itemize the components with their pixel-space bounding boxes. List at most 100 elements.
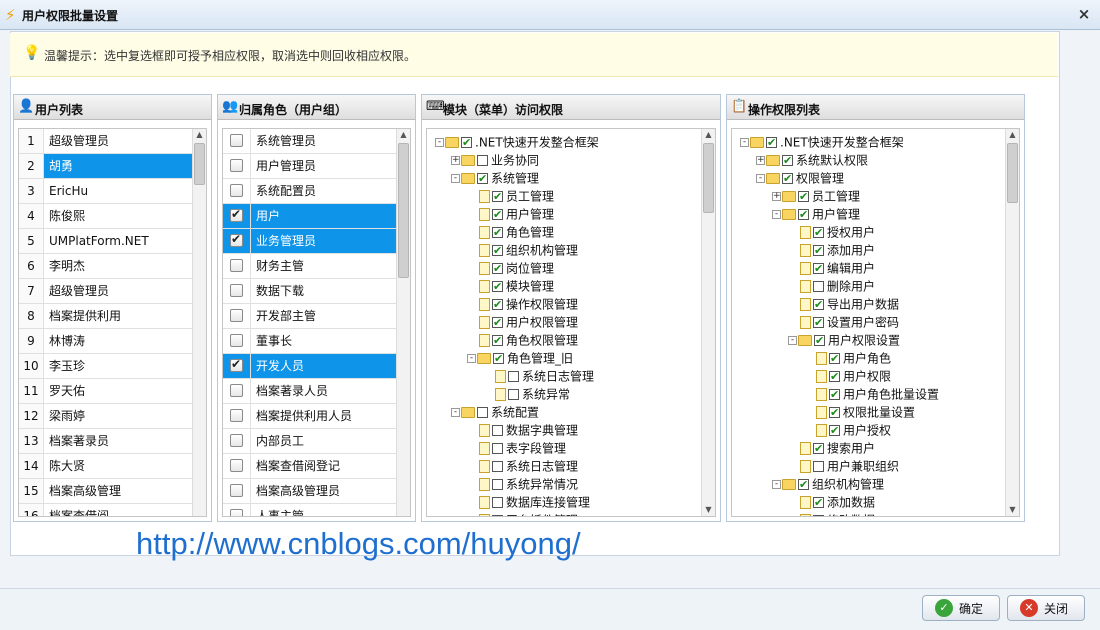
tree-checkbox[interactable]	[813, 314, 824, 332]
role-row[interactable]: 用户管理员	[223, 154, 396, 179]
tree-node[interactable]: 系统日志管理	[467, 457, 578, 475]
tree-checkbox[interactable]	[492, 425, 503, 436]
tree-checkbox[interactable]	[813, 461, 824, 472]
role-row[interactable]: 用户	[223, 204, 396, 229]
tree-checkbox[interactable]	[461, 134, 472, 152]
tree-node[interactable]: + 系统默认权限	[756, 151, 868, 170]
role-checkbox[interactable]	[230, 207, 243, 222]
tree-checkbox[interactable]	[829, 386, 840, 404]
role-checkbox[interactable]	[230, 509, 243, 516]
role-checkbox[interactable]	[230, 484, 243, 497]
tree-checkbox[interactable]	[508, 389, 519, 400]
collapse-icon[interactable]: -	[788, 336, 797, 345]
scroll-up-icon[interactable]: ▲	[193, 129, 206, 141]
tree-checkbox[interactable]	[492, 188, 503, 206]
tree-checkbox[interactable]	[829, 422, 840, 440]
tree-checkbox[interactable]	[813, 512, 824, 516]
user-row[interactable]: 1 超级管理员	[19, 129, 192, 154]
tree-checkbox[interactable]	[829, 404, 840, 422]
role-row[interactable]: 开发部主管	[223, 304, 396, 329]
tree-checkbox[interactable]	[477, 407, 488, 418]
operation-scrollbar[interactable]: ▲ ▼	[1005, 129, 1019, 516]
tree-checkbox[interactable]	[829, 350, 840, 368]
user-row[interactable]: 13 档案著录员	[19, 429, 192, 454]
tree-checkbox[interactable]	[814, 332, 825, 350]
tree-checkbox[interactable]	[492, 242, 503, 260]
tree-checkbox[interactable]	[492, 296, 503, 314]
tree-checkbox[interactable]	[798, 206, 809, 224]
tree-node[interactable]: + 业务协同	[451, 151, 539, 169]
tree-node[interactable]: 模块管理	[467, 277, 554, 296]
tree-node[interactable]: 组织机构管理	[467, 241, 578, 260]
tree-node[interactable]: - .NET快速开发整合框架	[740, 133, 904, 152]
role-checkbox[interactable]	[230, 409, 243, 422]
tree-node[interactable]: 用户角色	[804, 349, 891, 368]
role-row[interactable]: 业务管理员	[223, 229, 396, 254]
module-scrollbar[interactable]: ▲ ▼	[701, 129, 715, 516]
collapse-icon[interactable]: -	[451, 174, 460, 183]
user-row[interactable]: 15 档案高级管理	[19, 479, 192, 504]
close-icon[interactable]: ×	[1076, 5, 1092, 23]
user-row[interactable]: 3 EricHu	[19, 179, 192, 204]
user-row[interactable]: 2 胡勇	[19, 154, 192, 179]
tree-checkbox[interactable]	[492, 443, 503, 454]
role-scrollbar[interactable]: ▲	[396, 129, 410, 516]
expand-icon[interactable]: +	[451, 156, 460, 165]
scroll-thumb[interactable]	[398, 143, 409, 278]
user-row[interactable]: 4 陈俊熙	[19, 204, 192, 229]
role-row[interactable]: 系统管理员	[223, 129, 396, 154]
tree-checkbox[interactable]	[492, 332, 503, 350]
scroll-thumb[interactable]	[1007, 143, 1018, 203]
tree-node[interactable]: 用户权限管理	[467, 313, 578, 332]
tree-node[interactable]: 删除用户	[788, 277, 875, 295]
scroll-thumb[interactable]	[194, 143, 205, 185]
user-row[interactable]: 5 UMPlatForm.NET	[19, 229, 192, 254]
tree-node[interactable]: - 角色管理_旧	[467, 349, 573, 368]
user-row[interactable]: 11 罗天佑	[19, 379, 192, 404]
role-checkbox[interactable]	[230, 159, 243, 172]
tree-checkbox[interactable]	[813, 260, 824, 278]
expand-icon[interactable]: +	[756, 156, 765, 165]
role-row[interactable]: 档案提供利用人员	[223, 404, 396, 429]
role-row[interactable]: 财务主管	[223, 254, 396, 279]
collapse-icon[interactable]: -	[435, 138, 444, 147]
tree-checkbox[interactable]	[492, 278, 503, 296]
tree-checkbox[interactable]	[492, 224, 503, 242]
expand-icon[interactable]: +	[772, 192, 781, 201]
scroll-up-icon[interactable]: ▲	[702, 129, 715, 141]
tree-checkbox[interactable]	[492, 461, 503, 472]
tree-checkbox[interactable]	[813, 440, 824, 458]
tree-checkbox[interactable]	[492, 479, 503, 490]
close-button[interactable]: ✕ 关闭	[1007, 595, 1085, 621]
tree-checkbox[interactable]	[477, 155, 488, 166]
collapse-icon[interactable]: -	[772, 210, 781, 219]
tree-checkbox[interactable]	[766, 134, 777, 152]
scroll-up-icon[interactable]: ▲	[1006, 129, 1019, 141]
role-checkbox[interactable]	[230, 259, 243, 272]
tree-checkbox[interactable]	[782, 170, 793, 188]
role-checkbox[interactable]	[230, 134, 243, 147]
tree-node[interactable]: - 组织机构管理	[772, 475, 884, 494]
tree-node[interactable]: + 员工管理	[772, 187, 860, 206]
tree-node[interactable]: - 用户管理	[772, 205, 860, 224]
tree-node[interactable]: - 权限管理	[756, 169, 844, 188]
tree-checkbox[interactable]	[813, 494, 824, 512]
tree-node[interactable]: 员工管理	[467, 187, 554, 206]
role-checkbox[interactable]	[230, 384, 243, 397]
tree-checkbox[interactable]	[813, 296, 824, 314]
tree-node[interactable]: 数据字典管理	[467, 421, 578, 439]
role-checkbox[interactable]	[230, 309, 243, 322]
tree-checkbox[interactable]	[492, 314, 503, 332]
tree-node[interactable]: 角色权限管理	[467, 331, 578, 350]
scroll-down-icon[interactable]: ▼	[1006, 504, 1019, 516]
role-row[interactable]: 数据下载	[223, 279, 396, 304]
tree-checkbox[interactable]	[508, 371, 519, 382]
tree-node[interactable]: 搜索用户	[788, 439, 875, 458]
tree-node[interactable]: 导出用户数据	[788, 295, 899, 314]
role-row[interactable]: 系统配置员	[223, 179, 396, 204]
collapse-icon[interactable]: -	[451, 408, 460, 417]
tree-checkbox[interactable]	[813, 242, 824, 260]
tree-node[interactable]: 系统异常情况	[467, 475, 578, 493]
tree-node[interactable]: 授权用户	[788, 223, 875, 242]
tree-node[interactable]: 添加用户	[788, 241, 875, 260]
